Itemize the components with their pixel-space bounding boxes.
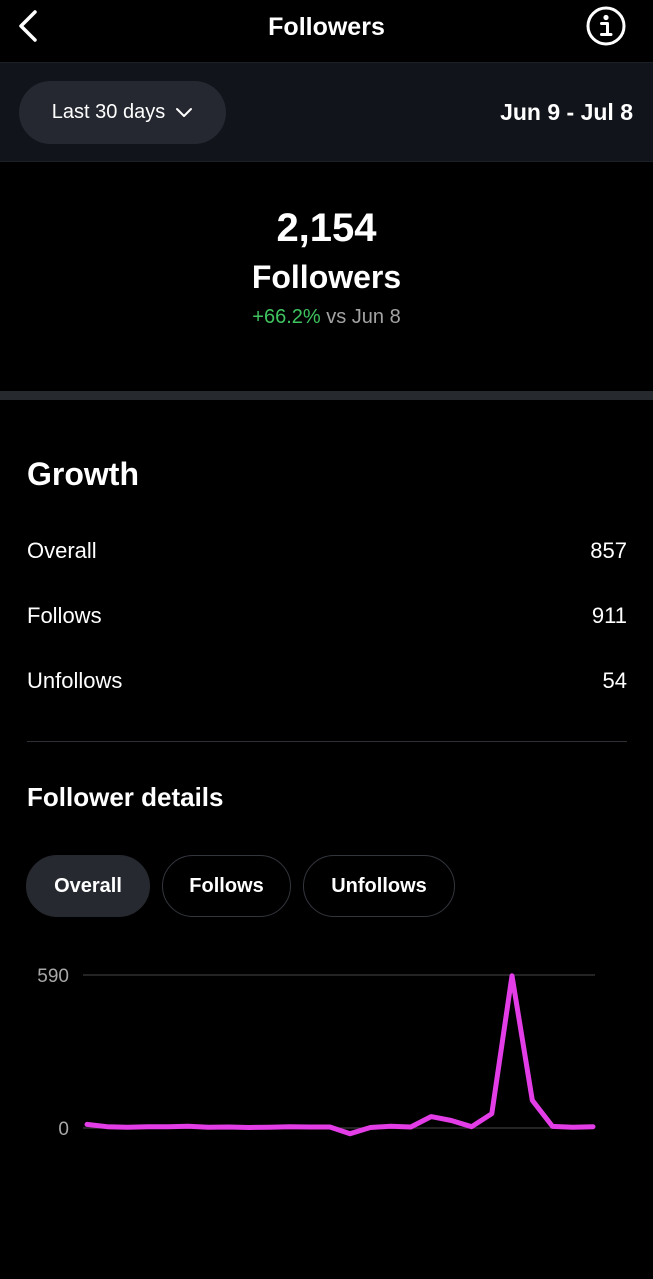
followers-summary: 2,154 Followers +66.2% vs Jun 8 <box>0 162 653 390</box>
change-comparison: vs Jun 8 <box>326 306 401 328</box>
tab-follows[interactable]: Follows <box>162 855 291 917</box>
date-range-dropdown[interactable]: Last 30 days <box>19 81 226 144</box>
growth-row-value: 54 <box>602 668 627 693</box>
info-button[interactable] <box>585 5 627 47</box>
change-indicator: +66.2% vs Jun 8 <box>0 305 653 329</box>
growth-divider <box>27 741 627 742</box>
date-range-text: Jun 9 - Jul 8 <box>500 99 633 125</box>
growth-row-value: 911 <box>591 603 627 628</box>
growth-row-unfollows: Unfollows 54 <box>27 666 627 696</box>
y-tick-label-max: 590 <box>37 966 69 987</box>
date-filter-bar: Last 30 days Jun 9 - Jul 8 <box>0 62 653 162</box>
change-percent: +66.2% <box>252 306 321 328</box>
follower-details-title: Follower details <box>27 782 224 812</box>
follower-line-chart: 590 0 <box>37 966 596 1140</box>
chevron-down-icon <box>176 107 193 117</box>
tab-unfollows[interactable]: Unfollows <box>303 855 455 917</box>
top-bar: Followers <box>0 0 653 62</box>
growth-row-label: Overall <box>27 538 97 563</box>
growth-row-value: 857 <box>590 538 627 563</box>
growth-title: Growth <box>27 456 139 492</box>
y-tick-label-zero: 0 <box>58 1119 69 1140</box>
follower-count: 2,154 <box>276 206 377 250</box>
follower-count-label: Followers <box>251 259 402 295</box>
page-title: Followers <box>268 13 385 41</box>
info-icon <box>586 6 626 46</box>
tab-overall[interactable]: Overall <box>26 855 150 917</box>
growth-row-label: Unfollows <box>27 668 123 693</box>
growth-row-overall: Overall 857 <box>27 536 627 566</box>
growth-row-follows: Follows 911 <box>27 601 627 631</box>
section-divider <box>0 391 653 400</box>
series-line <box>84 973 596 1137</box>
growth-row-label: Follows <box>27 603 102 628</box>
date-range-label: Last 30 days <box>51 101 166 123</box>
